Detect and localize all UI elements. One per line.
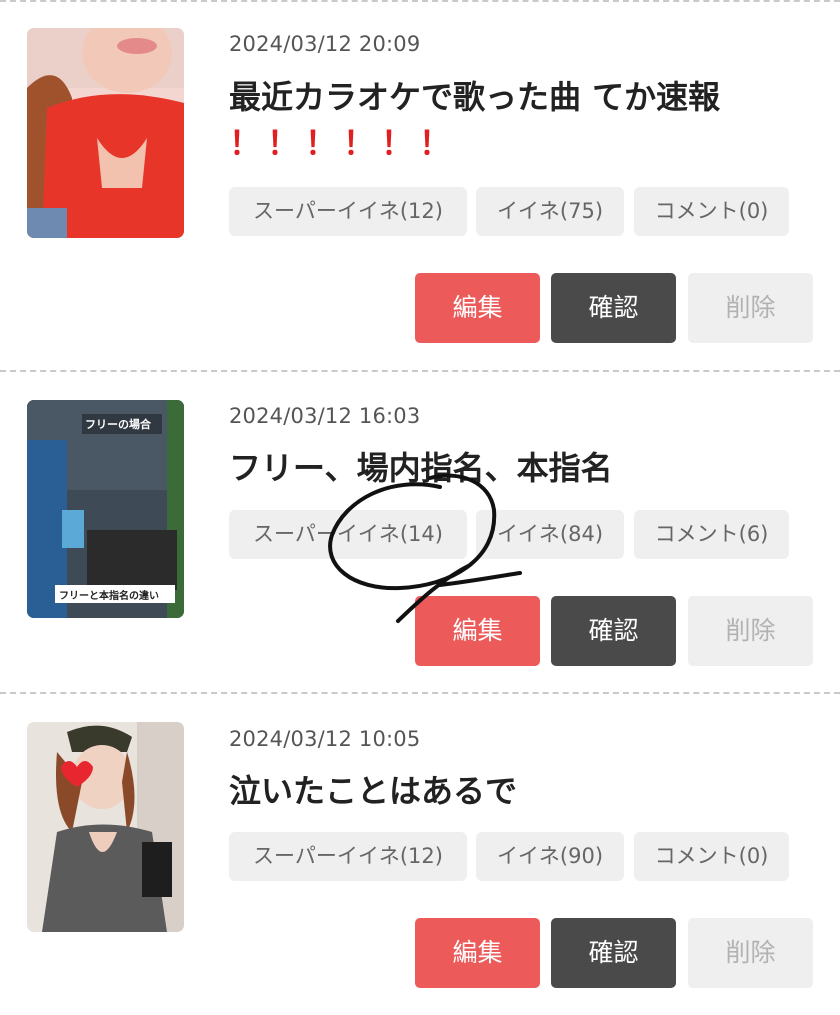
divider (0, 0, 840, 2)
post-thumbnail[interactable]: フリーの場合 フリーと本指名の違い (27, 400, 184, 618)
like-count[interactable]: イイネ(84) (476, 510, 624, 559)
post-title-text: 最近カラオケで歌った曲 てか速報 (229, 78, 721, 116)
delete-button[interactable]: 削除 (688, 273, 813, 343)
post-title-text: 泣いたことはあるで (229, 772, 518, 810)
comment-count[interactable]: コメント(0) (634, 832, 789, 881)
post-title-marks: ！！！！！！ (229, 124, 458, 162)
post-thumbnail[interactable] (27, 28, 184, 238)
like-count[interactable]: イイネ(90) (476, 832, 624, 881)
divider (0, 692, 840, 694)
post-title[interactable]: 泣いたことはあるで (229, 768, 809, 814)
super-like-count[interactable]: スーパーイイネ(14) (229, 510, 467, 559)
post-date: 2024/03/12 10:05 (229, 727, 421, 751)
thumbnail-caption-bottom: フリーと本指名の違い (59, 591, 159, 602)
comment-count[interactable]: コメント(0) (634, 187, 789, 236)
post-date: 2024/03/12 20:09 (229, 32, 421, 56)
post-date: 2024/03/12 16:03 (229, 404, 421, 428)
post-thumbnail[interactable] (27, 722, 184, 932)
super-like-count[interactable]: スーパーイイネ(12) (229, 832, 467, 881)
comment-count[interactable]: コメント(6) (634, 510, 789, 559)
post-title-text: フリー、場内指名、本指名 (229, 449, 613, 487)
edit-button[interactable]: 編集 (415, 596, 540, 666)
post-title[interactable]: 最近カラオケで歌った曲 てか速報 ！！！！！！ (229, 74, 809, 166)
confirm-button[interactable]: 確認 (551, 596, 676, 666)
confirm-button[interactable]: 確認 (551, 918, 676, 988)
post-title[interactable]: フリー、場内指名、本指名 (229, 445, 809, 491)
divider (0, 370, 840, 372)
edit-button[interactable]: 編集 (415, 918, 540, 988)
delete-button[interactable]: 削除 (688, 918, 813, 988)
confirm-button[interactable]: 確認 (551, 273, 676, 343)
edit-button[interactable]: 編集 (415, 273, 540, 343)
thumbnail-caption-top: フリーの場合 (85, 418, 151, 431)
super-like-count[interactable]: スーパーイイネ(12) (229, 187, 467, 236)
delete-button[interactable]: 削除 (688, 596, 813, 666)
like-count[interactable]: イイネ(75) (476, 187, 624, 236)
